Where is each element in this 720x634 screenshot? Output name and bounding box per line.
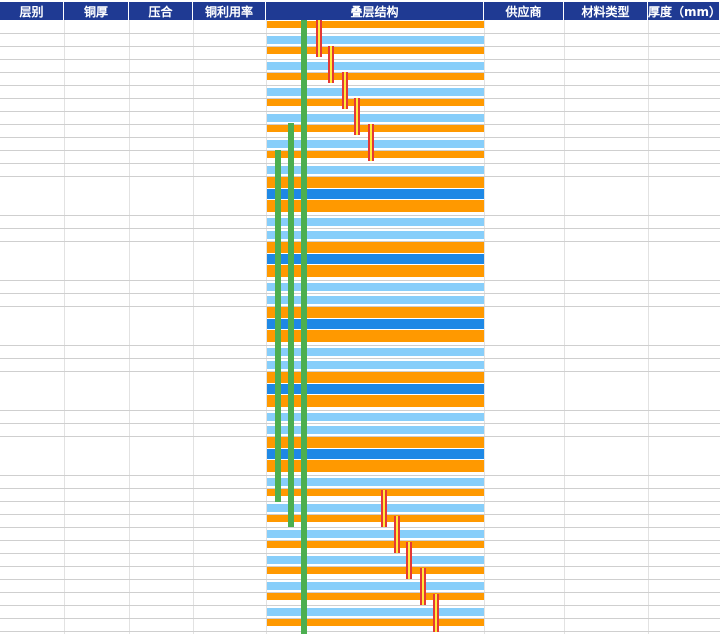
row-separator <box>0 501 720 502</box>
column-divider <box>193 20 194 634</box>
microvia-bar <box>328 46 334 83</box>
prepreg-layer-bar <box>267 296 484 304</box>
prepreg-layer-bar <box>267 504 484 512</box>
copper-layer-bar <box>267 99 484 106</box>
prepreg-layer-bar <box>267 140 484 148</box>
microvia-bar <box>433 594 439 632</box>
core-layer-bar <box>267 189 484 199</box>
column-divider <box>64 20 65 634</box>
copper-layer-bar <box>267 151 484 158</box>
prepreg-layer-bar <box>267 530 484 538</box>
prepreg-layer-bar <box>267 114 484 122</box>
copper-layer-bar <box>267 242 484 253</box>
row-separator <box>0 631 720 632</box>
column-header-7: 材料类型 <box>564 2 648 20</box>
prepreg-layer-bar <box>267 218 484 226</box>
row-separator <box>0 553 720 554</box>
row-separator <box>0 137 720 138</box>
copper-layer-bar <box>267 21 484 28</box>
row-separator <box>0 163 720 164</box>
column-header-8: 厚度（mm） <box>648 2 720 20</box>
copper-layer-bar <box>267 47 484 54</box>
microvia-bar <box>381 490 387 527</box>
drill-hole-bar <box>288 123 294 527</box>
copper-layer-bar <box>267 73 484 80</box>
row-separator <box>0 85 720 86</box>
microvia-bar <box>368 124 374 161</box>
copper-layer-bar <box>267 541 484 548</box>
copper-layer-bar <box>267 125 484 132</box>
prepreg-layer-bar <box>267 283 484 291</box>
microvia-bar <box>394 516 400 553</box>
copper-layer-bar <box>267 200 484 212</box>
copper-layer-bar <box>267 437 484 448</box>
stackup-table: 层别 铜厚 压合 铜利用率 叠层结构 供应商 材料类型 厚度（mm） <box>0 0 720 634</box>
microvia-bar <box>342 72 348 109</box>
column-divider <box>129 20 130 634</box>
row-separator <box>0 423 720 424</box>
prepreg-layer-bar <box>267 426 484 434</box>
row-separator <box>0 475 720 476</box>
copper-layer-bar <box>267 515 484 522</box>
copper-layer-bar <box>267 567 484 574</box>
row-separator <box>0 605 720 606</box>
copper-layer-bar <box>267 460 484 472</box>
prepreg-layer-bar <box>267 361 484 369</box>
prepreg-layer-bar <box>267 413 484 421</box>
copper-layer-bar <box>267 330 484 342</box>
copper-layer-bar <box>267 265 484 277</box>
microvia-bar <box>316 20 322 57</box>
prepreg-layer-bar <box>267 62 484 70</box>
row-separator <box>0 410 720 411</box>
row-separator <box>0 280 720 281</box>
column-header-6: 供应商 <box>484 2 564 20</box>
row-separator <box>0 228 720 229</box>
prepreg-layer-bar <box>267 582 484 590</box>
drill-hole-bar <box>275 150 281 502</box>
column-header-4: 铜利用率 <box>193 2 266 20</box>
row-separator <box>0 33 720 34</box>
prepreg-layer-bar <box>267 231 484 239</box>
row-separator <box>0 527 720 528</box>
copper-layer-bar <box>267 307 484 318</box>
column-header-2: 铜厚 <box>64 2 129 20</box>
prepreg-layer-bar <box>267 556 484 564</box>
core-layer-bar <box>267 384 484 394</box>
prepreg-layer-bar <box>267 348 484 356</box>
copper-layer-bar <box>267 372 484 383</box>
row-separator <box>0 358 720 359</box>
copper-layer-bar <box>267 489 484 496</box>
core-layer-bar <box>267 449 484 459</box>
row-separator <box>0 111 720 112</box>
row-separator <box>0 579 720 580</box>
copper-layer-bar <box>267 395 484 407</box>
row-separator <box>0 293 720 294</box>
copper-layer-bar <box>267 619 484 626</box>
core-layer-bar <box>267 319 484 329</box>
row-separator <box>0 215 720 216</box>
prepreg-layer-bar <box>267 88 484 96</box>
column-header-1: 层别 <box>0 2 64 20</box>
core-layer-bar <box>267 254 484 264</box>
microvia-bar <box>354 98 360 135</box>
drill-hole-bar <box>301 20 307 634</box>
prepreg-layer-bar <box>267 478 484 486</box>
row-separator <box>0 345 720 346</box>
microvia-bar <box>420 568 426 605</box>
prepreg-layer-bar <box>267 166 484 174</box>
column-divider <box>648 20 649 634</box>
microvia-bar <box>406 542 412 579</box>
row-separator <box>0 59 720 60</box>
copper-layer-bar <box>267 593 484 600</box>
column-divider <box>484 20 485 634</box>
column-header-3: 压合 <box>129 2 193 20</box>
column-header-5: 叠层结构 <box>266 2 484 20</box>
copper-layer-bar <box>267 177 484 188</box>
prepreg-layer-bar <box>267 36 484 44</box>
column-divider <box>564 20 565 634</box>
prepreg-layer-bar <box>267 608 484 616</box>
